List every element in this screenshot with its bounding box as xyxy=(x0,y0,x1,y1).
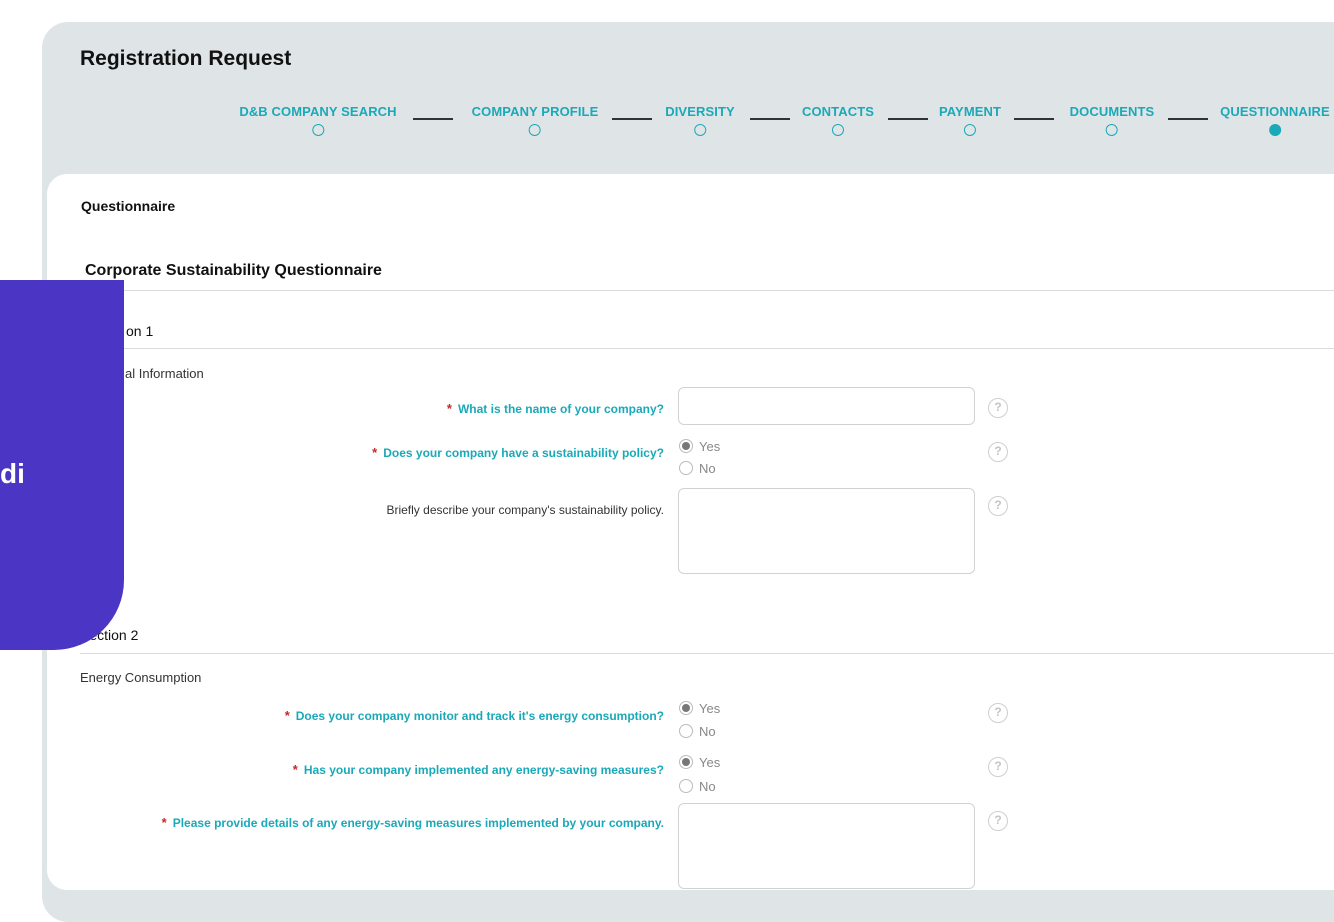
radio-option-no[interactable]: No xyxy=(679,459,716,477)
step-payment[interactable]: PAYMENT xyxy=(939,104,1001,136)
radio-button[interactable] xyxy=(679,779,693,793)
progress-stepper: D&B COMPANY SEARCH COMPANY PROFILE DIVER… xyxy=(0,104,1334,154)
overlay-panel: di xyxy=(0,280,124,650)
step-indicator xyxy=(963,124,976,136)
radio-button-selected[interactable] xyxy=(679,701,693,715)
step-indicator xyxy=(528,124,541,136)
step-label: COMPANY PROFILE xyxy=(471,104,599,119)
step-indicator xyxy=(694,124,706,136)
section-1-subtitle: al Information xyxy=(125,366,204,381)
required-marker: * xyxy=(292,762,298,777)
step-indicator xyxy=(312,124,324,136)
step-indicator xyxy=(1106,124,1118,136)
questionnaire-title: Corporate Sustainability Questionnaire xyxy=(85,262,382,279)
overlay-text: di xyxy=(0,458,25,489)
help-icon[interactable]: ? xyxy=(988,703,1008,723)
help-icon[interactable]: ? xyxy=(988,398,1008,418)
section-2-subtitle: Energy Consumption xyxy=(80,670,202,685)
step-dnb-company-search[interactable]: D&B COMPANY SEARCH xyxy=(239,104,397,136)
step-label: DOCUMENTS xyxy=(1069,104,1155,119)
required-marker: * xyxy=(372,445,378,460)
radio-button-selected[interactable] xyxy=(679,439,693,453)
step-label: QUESTIONNAIRE xyxy=(1220,104,1330,119)
radio-option-no[interactable]: No xyxy=(679,722,716,740)
step-questionnaire[interactable]: QUESTIONNAIRE xyxy=(1220,104,1330,136)
radio-button[interactable] xyxy=(679,461,693,475)
help-icon[interactable]: ? xyxy=(988,757,1008,777)
step-connector xyxy=(1168,118,1208,120)
step-indicator xyxy=(832,124,844,136)
page-title: Registration Request xyxy=(80,47,292,70)
question-energy-details-label: * Please provide details of any energy-sa… xyxy=(161,815,664,830)
step-connector xyxy=(413,118,453,120)
question-sustainability-policy-label: * Does your company have a sustainability… xyxy=(372,445,664,460)
radio-option-no[interactable]: No xyxy=(679,777,716,795)
step-documents[interactable]: DOCUMENTS xyxy=(1070,104,1155,136)
step-label: CONTACTS xyxy=(801,104,875,119)
question-company-name-label: * What is the name of your company? xyxy=(446,401,664,416)
question-energy-tracking-label: * Does your company monitor and track it'… xyxy=(284,708,664,723)
required-marker: * xyxy=(161,815,167,830)
help-icon[interactable]: ? xyxy=(988,442,1008,462)
step-connector xyxy=(750,118,790,120)
step-label: D&B COMPANY SEARCH xyxy=(239,104,397,119)
policy-description-textarea[interactable] xyxy=(678,488,975,574)
radio-option-yes[interactable]: Yes xyxy=(679,753,720,771)
radio-option-yes[interactable]: Yes xyxy=(679,437,720,455)
help-icon[interactable]: ? xyxy=(988,811,1008,831)
step-indicator-active xyxy=(1269,124,1281,136)
company-name-input[interactable] xyxy=(678,387,975,425)
required-marker: * xyxy=(446,401,452,416)
step-connector xyxy=(612,118,652,120)
step-connector xyxy=(888,118,928,120)
question-energy-saving-label: * Has your company implemented any energy… xyxy=(292,762,664,777)
section-1-title: on 1 xyxy=(126,323,154,339)
question-policy-description-label: Briefly describe your company's sustaina… xyxy=(386,503,664,517)
radio-button[interactable] xyxy=(679,724,693,738)
divider xyxy=(80,290,1334,291)
radio-option-yes[interactable]: Yes xyxy=(679,699,720,717)
radio-button-selected[interactable] xyxy=(679,755,693,769)
step-diversity[interactable]: DIVERSITY xyxy=(665,104,735,136)
step-label: DIVERSITY xyxy=(665,104,735,119)
step-label: PAYMENT xyxy=(938,104,1002,119)
section-heading: Questionnaire xyxy=(81,198,176,214)
help-icon[interactable]: ? xyxy=(988,496,1008,516)
step-connector xyxy=(1014,118,1054,120)
step-contacts[interactable]: CONTACTS xyxy=(802,104,874,136)
required-marker: * xyxy=(284,708,290,723)
divider xyxy=(80,348,1334,349)
divider xyxy=(80,653,1334,654)
step-company-profile[interactable]: COMPANY PROFILE xyxy=(472,104,599,136)
energy-details-textarea[interactable] xyxy=(678,803,975,889)
